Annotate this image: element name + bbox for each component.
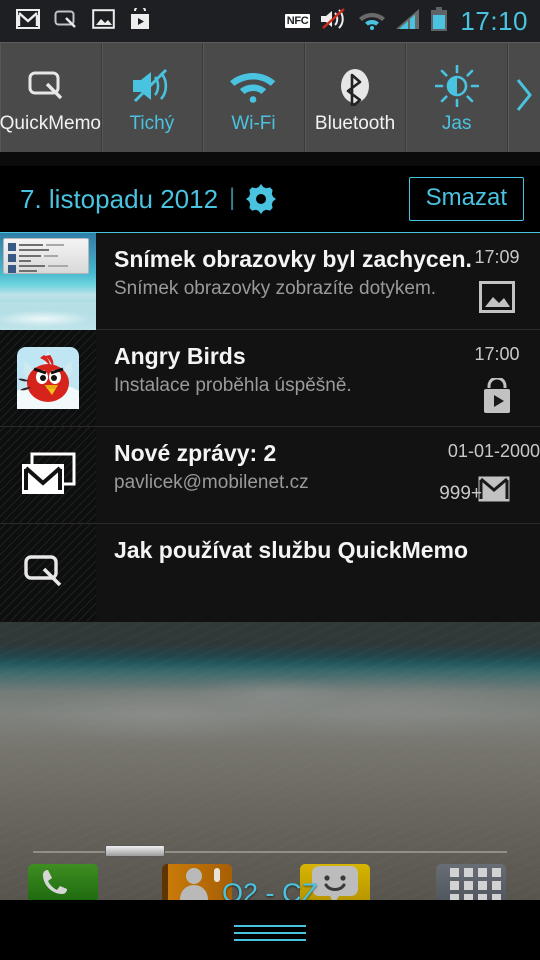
notification-text: Snímek obrazovky byl zachycen. Snímek ob…: [96, 233, 472, 329]
silent-mode-icon: [319, 7, 349, 35]
status-bar: NFC 17:10: [0, 0, 540, 42]
quick-setting-brightness[interactable]: Jas: [406, 43, 508, 153]
gmail-icon: [16, 8, 40, 34]
quick-settings-row: QuickMemo Tichý Wi-Fi Bluetooth Jas: [0, 42, 540, 153]
clear-notifications-button[interactable]: Smazat: [408, 177, 524, 221]
play-store-icon: [480, 376, 514, 419]
home-page-indicator-thumb[interactable]: [105, 845, 165, 857]
shade-date-bar: 7. listopadu 2012 | Smazat: [0, 166, 540, 232]
notification-row-gmail[interactable]: Nové zprávy: 2 pavlicek@mobilenet.cz 01-…: [0, 427, 540, 524]
notification-row-angry-birds[interactable]: Angry Birds Instalace proběhla úspěšně. …: [0, 330, 540, 427]
quick-setting-label: Bluetooth: [314, 112, 396, 134]
status-bar-left-icons: [0, 4, 285, 35]
gmail-icon: [0, 427, 96, 523]
notification-meta: [454, 524, 540, 621]
quickmemo-icon: [54, 9, 78, 34]
notification-title: Jak používat službu QuickMemo: [114, 537, 469, 563]
quickmemo-icon: [0, 524, 96, 621]
notification-drag-handle[interactable]: [234, 925, 306, 946]
angry-birds-icon: [0, 330, 96, 426]
quick-setting-label: Wi-Fi: [231, 112, 276, 134]
play-store-icon: [129, 4, 151, 35]
notification-text: Nové zprávy: 2 pavlicek@mobilenet.cz: [96, 427, 448, 523]
quick-setting-wifi[interactable]: Wi-Fi: [203, 43, 305, 153]
brightness-icon: [434, 62, 479, 110]
notification-count-badge: 999+: [439, 483, 482, 504]
notification-title: Snímek obrazovky byl zachycen.: [114, 246, 472, 272]
screenshot-thumbnail: [0, 233, 96, 330]
wifi-icon: [230, 62, 276, 110]
status-bar-right-icons: NFC 17:10: [284, 6, 540, 36]
silent-mode-icon: [130, 62, 174, 110]
bluetooth-icon: [335, 62, 375, 110]
battery-icon: [430, 6, 448, 36]
quick-setting-bluetooth[interactable]: Bluetooth: [305, 43, 407, 153]
gmail-icon: [477, 475, 511, 508]
notification-meta: 17:00: [454, 330, 540, 426]
gallery-icon: [92, 8, 115, 34]
notification-meta: 17:09: [454, 233, 540, 329]
notification-subtitle: pavlicek@mobilenet.cz: [114, 472, 309, 493]
quick-settings-underline: [0, 152, 540, 166]
notification-meta: 01-01-2000 999+: [439, 427, 540, 523]
notification-text: Jak používat službu QuickMemo: [96, 524, 469, 621]
notification-text: Angry Birds Instalace proběhla úspěšně.: [96, 330, 454, 426]
gallery-icon: [479, 281, 515, 318]
signal-icon: [395, 8, 421, 35]
android-notification-shade: O2 - CZ NFC 17:10 QuickMemo Tichý Wi-Fi …: [0, 0, 540, 960]
notification-subtitle: Snímek obrazovky zobrazíte dotykem.: [114, 278, 437, 299]
nfc-icon: NFC: [284, 14, 311, 28]
status-bar-clock: 17:10: [460, 6, 528, 36]
quick-setting-label: Tichý: [129, 112, 175, 134]
gear-icon[interactable]: [246, 184, 277, 214]
notification-row-quickmemo[interactable]: Jak používat službu QuickMemo: [0, 524, 540, 621]
wifi-icon: [358, 8, 386, 35]
notification-row-screenshot[interactable]: Snímek obrazovky byl zachycen. Snímek ob…: [0, 233, 540, 330]
quick-settings-more-button[interactable]: [507, 43, 540, 152]
notification-time: 01-01-2000: [447, 441, 540, 461]
quick-setting-quickmemo[interactable]: QuickMemo: [0, 43, 102, 153]
quickmemo-icon: [28, 62, 72, 110]
date-separator: |: [229, 183, 236, 211]
quick-setting-label: QuickMemo: [0, 112, 101, 134]
notification-time: 17:09: [474, 247, 520, 267]
wallpaper-dim-overlay: [0, 622, 540, 900]
chevron-right-icon: [513, 73, 535, 122]
notification-list: Snímek obrazovky byl zachycen. Snímek ob…: [0, 233, 540, 622]
notification-title: Nové zprávy: 2: [114, 440, 277, 466]
shade-date-label: 7. listopadu 2012: [20, 183, 219, 214]
quick-setting-label: Jas: [441, 112, 472, 134]
notification-subtitle: Instalace proběhla úspěšně.: [114, 375, 352, 396]
quick-setting-silent[interactable]: Tichý: [102, 43, 204, 153]
notification-title: Angry Birds: [114, 343, 246, 369]
notification-time: 17:00: [474, 344, 520, 364]
